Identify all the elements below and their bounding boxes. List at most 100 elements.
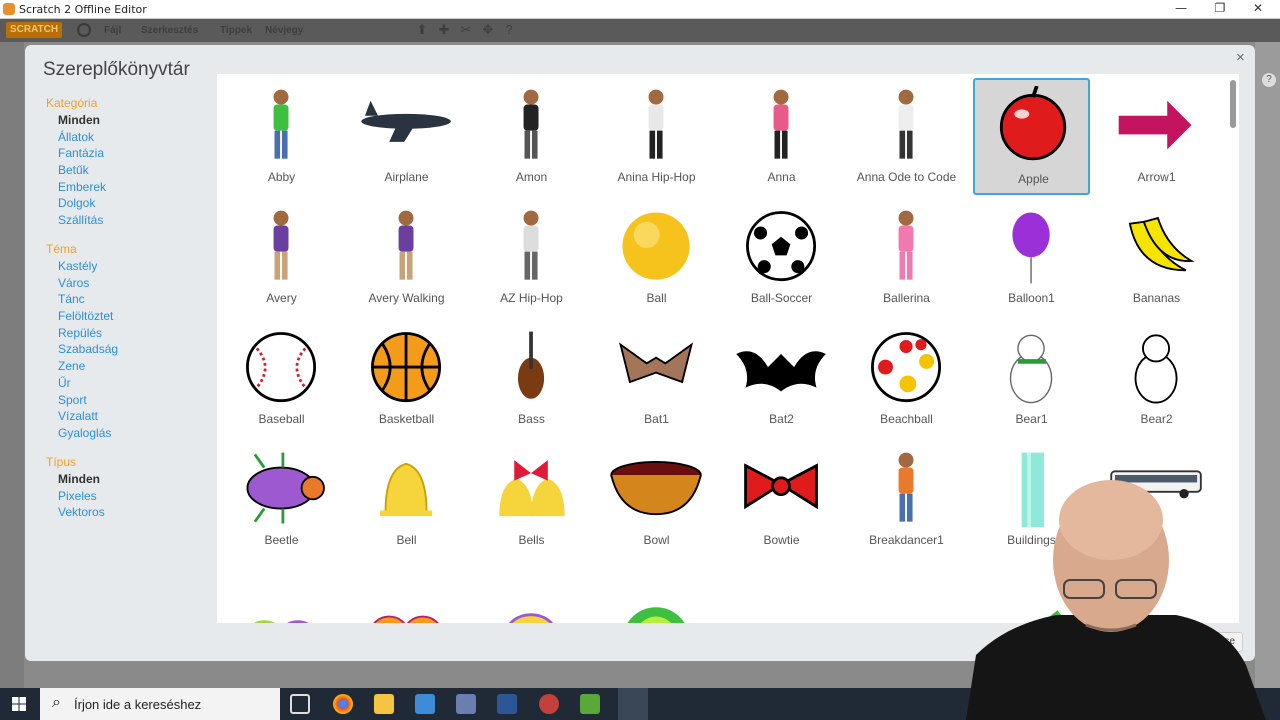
menu-about[interactable]: Névjegy <box>265 25 303 36</box>
task-view-icon[interactable] <box>290 694 310 714</box>
stamp-icon[interactable]: ⬆ <box>415 23 429 37</box>
ball-yellow-icon <box>622 212 690 280</box>
sprite-tile-apple[interactable]: Apple <box>973 78 1090 195</box>
sprite-tile-baseball[interactable]: Baseball <box>223 320 340 437</box>
sprite-label: Anna <box>767 170 796 184</box>
bells-bow-icon <box>499 460 565 517</box>
sprite-tile-beachball[interactable]: Beachball <box>848 320 965 437</box>
scratch-taskbar-icon[interactable] <box>618 688 648 720</box>
sprite-tile-bananas[interactable]: Bananas <box>1098 199 1215 316</box>
sprite-tile-airplane[interactable]: Airplane <box>348 78 465 195</box>
app-icon-1[interactable] <box>456 694 476 714</box>
scrollbar-thumb[interactable] <box>1230 80 1236 128</box>
airplane-icon <box>361 100 451 142</box>
category-item-letters[interactable]: Betűk <box>46 163 106 180</box>
sprite-tile-avery[interactable]: Avery <box>223 199 340 316</box>
sprite-tile-partial-36[interactable] <box>723 562 840 623</box>
sprite-tile-anna[interactable]: Anna <box>723 78 840 195</box>
chrome-icon[interactable] <box>333 694 353 714</box>
theme-item-music[interactable]: Zene <box>46 359 118 376</box>
sprite-tile-bass[interactable]: Bass <box>473 320 590 437</box>
category-item-animals[interactable]: Állatok <box>46 130 106 147</box>
sprite-tile-arrow1[interactable]: Arrow1 <box>1098 78 1215 195</box>
menu-file[interactable]: Fájl <box>104 25 121 36</box>
sprite-tile-ballerina[interactable]: Ballerina <box>848 199 965 316</box>
balloon-purple-icon <box>1012 212 1050 284</box>
category-item-all[interactable]: Minden <box>46 113 106 130</box>
theme-item-underwater[interactable]: Vízalatt <box>46 409 118 426</box>
sprite-tile-ball[interactable]: Ball <box>598 199 715 316</box>
sprite-tile-basketball[interactable]: Basketball <box>348 320 465 437</box>
sprite-tile-anna-ode-to-code[interactable]: Anna Ode to Code <box>848 78 965 195</box>
sprite-tile-bowtie[interactable]: Bowtie <box>723 441 840 558</box>
theme-item-castle[interactable]: Kastély <box>46 259 118 276</box>
theme-item-flying[interactable]: Repülés <box>46 326 118 343</box>
sprite-label: Bat1 <box>644 412 669 426</box>
menu-edit[interactable]: Szerkesztés <box>141 25 198 36</box>
butterfly-yellow-icon <box>509 613 554 623</box>
category-item-fantasy[interactable]: Fantázia <box>46 146 106 163</box>
remote-desktop-icon[interactable] <box>415 694 435 714</box>
sprite-label: Basketball <box>378 412 435 426</box>
delete-icon[interactable]: ✂ <box>459 23 473 37</box>
duplicate-icon[interactable]: ✚ <box>437 23 451 37</box>
theme-item-sports[interactable]: Sport <box>46 393 118 410</box>
dialog-close-icon[interactable]: × <box>1236 49 1245 66</box>
theme-item-holiday[interactable]: Szabadság <box>46 342 118 359</box>
sprite-tile-bat1[interactable]: Bat1 <box>598 320 715 437</box>
save-disk-icon[interactable] <box>497 694 517 714</box>
sprite-tile-amon[interactable]: Amon <box>473 78 590 195</box>
sprite-tile-bear1[interactable]: Bear1 <box>973 320 1090 437</box>
sprite-tile-partial-35[interactable] <box>598 562 715 623</box>
sprite-tile-balloon1[interactable]: Balloon1 <box>973 199 1090 316</box>
sprite-tile-bells[interactable]: Bells <box>473 441 590 558</box>
beachball-icon <box>871 332 942 403</box>
sprite-tile-partial-34[interactable] <box>473 562 590 623</box>
sprite-tile-bear2[interactable]: Bear2 <box>1098 320 1215 437</box>
language-globe-icon[interactable] <box>77 23 91 37</box>
theme-item-dance[interactable]: Tánc <box>46 292 118 309</box>
bowtie-icon <box>744 463 818 510</box>
sprite-label: Bell <box>396 533 417 547</box>
sprite-tile-avery-walking[interactable]: Avery Walking <box>348 199 465 316</box>
sprite-tile-bowl[interactable]: Bowl <box>598 441 715 558</box>
menu-tips[interactable]: Tippek <box>220 25 252 36</box>
theme-item-walking[interactable]: Gyaloglás <box>46 426 118 443</box>
sprite-tile-ball-soccer[interactable]: Ball-Soccer <box>723 199 840 316</box>
theme-item-city[interactable]: Város <box>46 276 118 293</box>
type-item-vector[interactable]: Vektoros <box>46 505 105 522</box>
type-item-bitmap[interactable]: Pixeles <box>46 489 105 506</box>
sidebar-category: Kategória Minden Állatok Fantázia Betűk … <box>46 96 106 230</box>
sprite-tile-bell[interactable]: Bell <box>348 441 465 558</box>
sprite-tile-bat2[interactable]: Bat2 <box>723 320 840 437</box>
sprite-tile-partial-33[interactable] <box>348 562 465 623</box>
windows-start-icon[interactable] <box>12 697 26 711</box>
sprite-tile-beetle[interactable]: Beetle <box>223 441 340 558</box>
taskbar-search-box[interactable]: ⌕ Írjon ide a kereséshez <box>40 688 280 720</box>
app-icon-2[interactable] <box>539 694 559 714</box>
sprite-label: Bells <box>518 533 545 547</box>
type-item-all[interactable]: Minden <box>46 472 105 489</box>
sprite-tile-anina-hip-hop[interactable]: Anina Hip-Hop <box>598 78 715 195</box>
window-close-button[interactable]: ✕ <box>1244 1 1272 18</box>
file-explorer-icon[interactable] <box>374 694 394 714</box>
category-item-transport[interactable]: Szállítás <box>46 213 106 230</box>
double-bass-icon <box>517 331 545 399</box>
theme-item-space[interactable]: Űr <box>46 376 118 393</box>
arrow-right-icon <box>1118 100 1192 150</box>
category-item-people[interactable]: Emberek <box>46 180 106 197</box>
sprite-tile-az-hip-hop[interactable]: AZ Hip-Hop <box>473 199 590 316</box>
theme-item-dressup[interactable]: Felöltöztet <box>46 309 118 326</box>
sprite-tile-partial-32[interactable] <box>223 562 340 623</box>
app-icon-3[interactable] <box>580 694 600 714</box>
minimize-button[interactable]: — <box>1167 1 1195 18</box>
maximize-button[interactable]: ❐ <box>1206 1 1234 18</box>
sprite-tile-abby[interactable]: Abby <box>223 78 340 195</box>
sprite-label: Bear2 <box>1140 412 1173 426</box>
help-icon[interactable]: ? <box>502 23 516 37</box>
category-item-things[interactable]: Dolgok <box>46 196 106 213</box>
dancer-man-white-icon <box>523 210 539 280</box>
grow-icon[interactable]: ✥ <box>481 23 495 37</box>
help-circle-icon[interactable]: ? <box>1261 72 1277 88</box>
button-green-icon <box>627 607 685 623</box>
